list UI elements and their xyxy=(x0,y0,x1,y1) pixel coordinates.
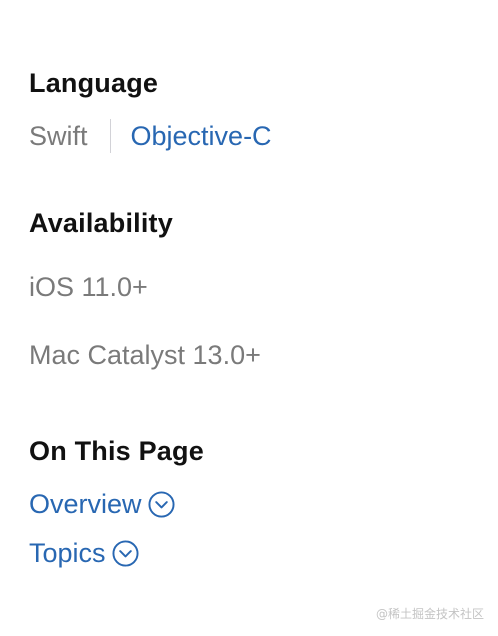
on-this-page-heading: On This Page xyxy=(29,436,204,466)
chevron-down-circle-icon xyxy=(148,490,175,518)
availability-heading: Availability xyxy=(29,208,173,238)
chevron-down-circle-icon xyxy=(112,539,139,567)
toc-link-topics[interactable]: Topics xyxy=(29,536,139,570)
toc-link-label: Overview xyxy=(29,488,142,519)
language-switcher: Swift Objective-C xyxy=(29,118,272,154)
toc-link-overview[interactable]: Overview xyxy=(29,487,175,521)
availability-mac-catalyst: Mac Catalyst 13.0+ xyxy=(29,340,261,370)
watermark: @稀土掘金技术社区 xyxy=(375,607,484,621)
availability-ios: iOS 11.0+ xyxy=(29,272,148,302)
language-objective-c-link[interactable]: Objective-C xyxy=(131,121,272,152)
language-heading: Language xyxy=(29,68,159,98)
toc-link-label: Topics xyxy=(29,537,106,568)
language-current: Swift xyxy=(29,120,88,151)
language-divider xyxy=(109,119,111,153)
